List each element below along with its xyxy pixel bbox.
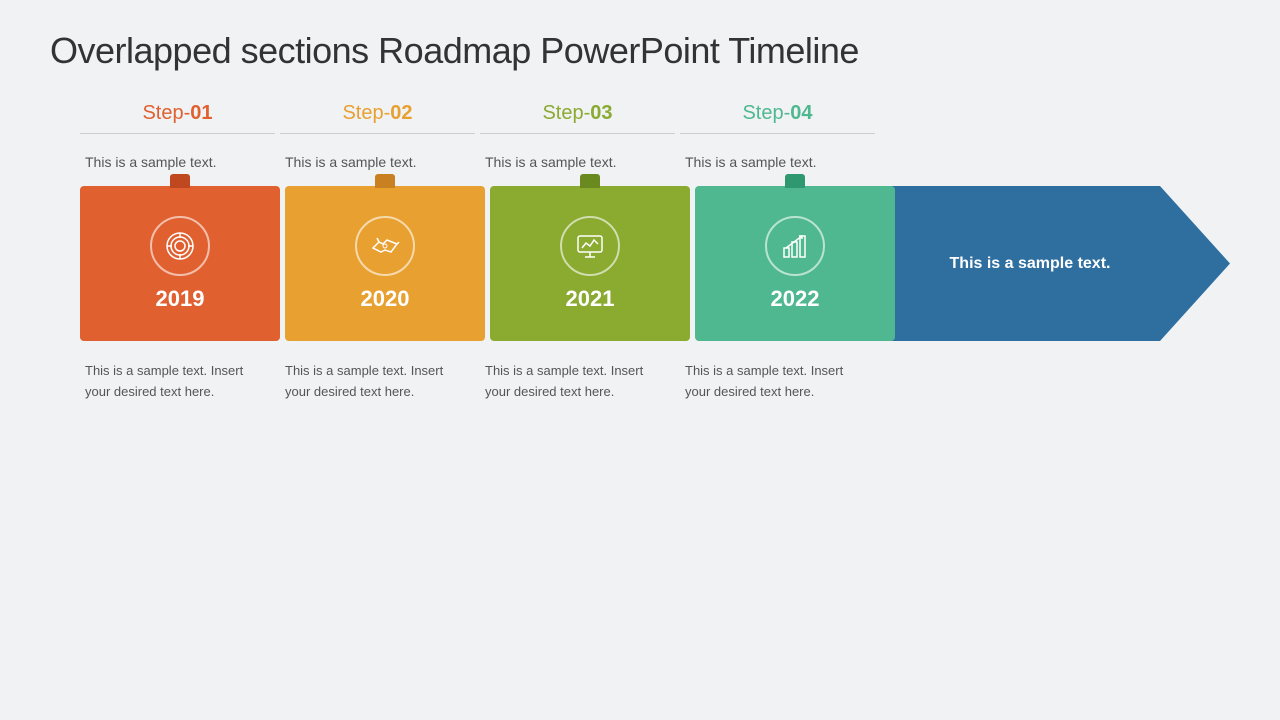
bottom-text-4: This is a sample text. Insert your desir… <box>680 356 875 408</box>
year-2019: 2019 <box>156 286 205 312</box>
step-prefix-2: Step- <box>342 102 390 124</box>
step-label-4: Step-04 <box>680 102 875 134</box>
block-2020: 2020 <box>285 186 485 341</box>
year-2022: 2022 <box>771 286 820 312</box>
bottom-text-3: This is a sample text. Insert your desir… <box>480 356 675 408</box>
monitor-icon <box>574 230 606 262</box>
handshake-icon-container <box>355 216 415 276</box>
arrow-text: This is a sample text. <box>950 252 1111 276</box>
chart-icon-container <box>765 216 825 276</box>
arrow-shape: This is a sample text. <box>880 186 1230 341</box>
block-2022: 2022 <box>695 186 895 341</box>
step-prefix-1: Step- <box>142 102 190 124</box>
year-2020: 2020 <box>361 286 410 312</box>
step-label-3: Step-03 <box>480 102 675 134</box>
step-number-4: 04 <box>790 102 812 124</box>
block-2019: 2019 <box>80 186 280 341</box>
arrow-section: 2019 2020 <box>50 186 1230 341</box>
blocks-row: 2019 2020 <box>80 186 900 341</box>
target-icon-container <box>150 216 210 276</box>
monitor-icon-container <box>560 216 620 276</box>
bottom-text-row: This is a sample text. Insert your desir… <box>80 356 960 408</box>
handshake-icon <box>369 230 401 262</box>
block-2021: 2021 <box>490 186 690 341</box>
arrow-right: This is a sample text. <box>880 186 1230 341</box>
steps-row: Step-01 Step-02 Step-03 Step-04 <box>80 102 960 134</box>
step-prefix-3: Step- <box>542 102 590 124</box>
step-label-2: Step-02 <box>280 102 475 134</box>
top-text-row: This is a sample text. This is a sample … <box>80 144 960 181</box>
target-icon <box>164 230 196 262</box>
slide: Overlapped sections Roadmap PowerPoint T… <box>0 0 1280 720</box>
step-number-2: 02 <box>390 102 412 124</box>
step-label-1: Step-01 <box>80 102 275 134</box>
timeline-wrapper: Step-01 Step-02 Step-03 Step-04 This is … <box>50 102 1230 408</box>
chart-icon <box>779 230 811 262</box>
step-prefix-4: Step- <box>742 102 790 124</box>
top-text-4: This is a sample text. <box>680 144 875 181</box>
bottom-text-1: This is a sample text. Insert your desir… <box>80 356 275 408</box>
step-number-3: 03 <box>590 102 612 124</box>
top-text-3: This is a sample text. <box>480 144 675 181</box>
slide-title: Overlapped sections Roadmap PowerPoint T… <box>50 30 1230 72</box>
bottom-text-2: This is a sample text. Insert your desir… <box>280 356 475 408</box>
year-2021: 2021 <box>566 286 615 312</box>
step-number-1: 01 <box>190 102 212 124</box>
